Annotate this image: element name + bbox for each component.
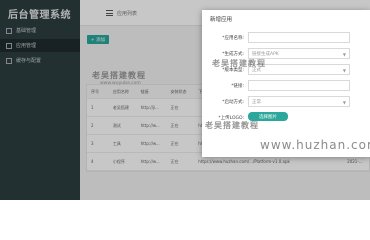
launch-mode-select[interactable]: 正常 ▼: [248, 96, 350, 107]
chevron-down-icon: ▼: [342, 52, 346, 57]
modal-title: 新增应用: [210, 17, 233, 23]
form-row-launch-mode: *启动方式: 正常 ▼: [202, 96, 370, 108]
field-label: *生成方式:: [222, 52, 244, 57]
link-input[interactable]: [248, 80, 350, 91]
watermark-title: 老吴搭建教程: [205, 121, 259, 130]
select-value: 正常: [252, 99, 261, 105]
app-name-input[interactable]: [248, 32, 350, 43]
watermark-url: www.huzhan.com: [260, 138, 370, 152]
field-label: *链接:: [231, 84, 244, 89]
watermark-title: 老吴搭建教程: [212, 59, 266, 68]
add-app-modal: 新增应用 *应用名称: *生成方式: 链接生成APK ▼ *版本类型: 正式 ▼…: [202, 10, 370, 157]
chevron-down-icon: ▼: [342, 68, 346, 73]
field-label: *启动方式:: [222, 100, 244, 105]
select-value: 链接生成APK: [252, 51, 279, 57]
field-label: *应用名称:: [222, 36, 244, 41]
chevron-down-icon: ▼: [342, 100, 346, 105]
form-row-app-name: *应用名称:: [202, 32, 370, 44]
watermark-subtitle: www.wuyuba.com: [100, 81, 141, 86]
form-row-link: *链接:: [202, 80, 370, 92]
watermark-title: 老吴搭建教程: [92, 71, 146, 80]
